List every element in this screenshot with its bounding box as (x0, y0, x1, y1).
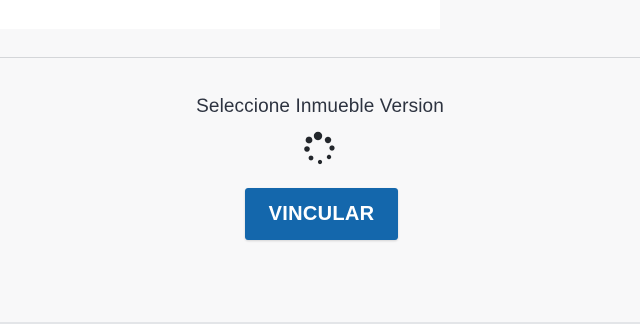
vincular-button[interactable]: VINCULAR (245, 188, 398, 240)
top-header (0, 0, 640, 58)
top-header-panel (0, 0, 440, 29)
page-title: Seleccione Inmueble Version (196, 96, 444, 117)
loading-spinner-icon (304, 131, 335, 165)
